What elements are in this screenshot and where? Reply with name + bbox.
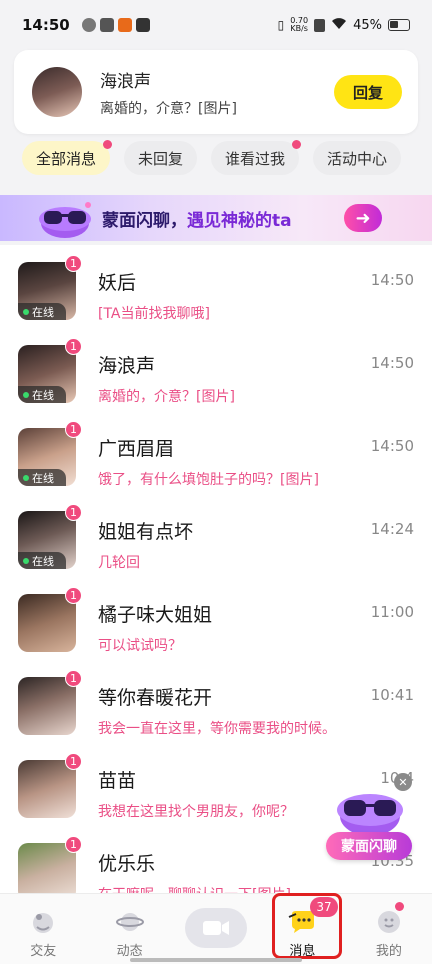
- sim-icon: [314, 18, 326, 32]
- message-preview: 我会一直在这里，等你需要我的时候。: [98, 721, 336, 737]
- tab-label: 全部消息: [36, 149, 97, 168]
- online-badge: 在线: [18, 552, 66, 569]
- conversation-row[interactable]: 在线 1 海浪声 离婚的，介意？[图片] 14:50: [0, 328, 432, 411]
- profile-notification-dot: [395, 902, 404, 911]
- unread-count-badge: 1: [65, 836, 82, 853]
- nav-moments[interactable]: 动态: [86, 894, 172, 964]
- avatar: [18, 677, 76, 735]
- masked-chat-label: 蒙面闪聊: [326, 832, 412, 860]
- unread-count-badge: 1: [65, 338, 82, 355]
- online-badge: 在线: [18, 303, 66, 320]
- unread-count-badge: 1: [65, 255, 82, 272]
- tab-label: 谁看过我: [225, 149, 286, 168]
- video-camera-icon: [203, 921, 230, 935]
- sender-name: 海浪声: [100, 71, 151, 92]
- video-call-button[interactable]: [185, 908, 248, 948]
- contact-name: 妖后: [98, 272, 137, 294]
- contact-name: 姐姐有点坏: [98, 521, 194, 543]
- nav-video[interactable]: [173, 894, 259, 964]
- status-bar: 14:50 ▯ 0.70 KB/s 45%: [0, 0, 432, 50]
- avatar: [30, 65, 84, 119]
- unread-count-badge: 1: [65, 753, 82, 770]
- tab-label: 活动中心: [327, 149, 388, 168]
- banner-title-main: 蒙面闪聊，: [102, 210, 187, 231]
- arrow-right-icon[interactable]: ➜: [344, 204, 382, 232]
- online-badge: 在线: [18, 469, 66, 486]
- online-badge: 在线: [18, 386, 66, 403]
- message-preview: 可以试试吗？: [98, 638, 182, 654]
- avatar: [18, 594, 76, 652]
- conversation-row[interactable]: 在线 1 姐姐有点坏 几轮回 14:24: [0, 494, 432, 577]
- banner-title: 蒙面闪聊，遇见神秘的ta: [102, 206, 292, 231]
- avatar: [18, 760, 76, 818]
- message-preview: 几轮回: [98, 555, 140, 571]
- unread-dot: [103, 140, 113, 149]
- banner-title-highlight: 遇见神秘的ta: [187, 210, 292, 231]
- unread-count-badge: 1: [65, 587, 82, 604]
- contact-name: 等你春暖花开: [98, 687, 213, 709]
- close-icon[interactable]: ✕: [394, 773, 412, 791]
- tab-all-messages[interactable]: 全部消息: [22, 140, 113, 175]
- reply-button[interactable]: 回复: [334, 75, 402, 109]
- message-time: 14:24: [370, 520, 414, 538]
- battery-percent: 45%: [353, 17, 382, 33]
- nav-label: 交友: [30, 944, 57, 959]
- conversation-row[interactable]: 1 橘子味大姐姐 可以试试吗？ 11:00: [0, 577, 432, 660]
- clock: 14:50: [22, 16, 70, 34]
- nav-label: 动态: [116, 944, 143, 959]
- wifi-icon: [331, 17, 347, 34]
- message-time: 14:50: [370, 354, 414, 372]
- nav-friends[interactable]: 交友: [0, 894, 86, 964]
- friends-icon: [33, 913, 54, 933]
- bottom-navigation: 交友 动态 消息 我的: [0, 893, 432, 964]
- play-icon: [135, 18, 150, 32]
- message-preview: 离婚的，介意？[图片]: [98, 389, 235, 405]
- profile-icon: [377, 911, 400, 933]
- conversation-row[interactable]: 在线 1 妖后 [TA当前找我聊哦] 14:50: [0, 245, 432, 328]
- message-preview: 离婚的，介意？[图片]: [100, 100, 237, 117]
- planet-icon: [115, 913, 144, 931]
- app-notification-icon: [81, 18, 96, 32]
- tab-label: 未回复: [138, 149, 184, 168]
- incoming-message-card[interactable]: 海浪声 离婚的，介意？[图片] 回复: [14, 50, 418, 134]
- contact-name: 广西眉眉: [98, 438, 175, 460]
- contact-name: 橘子味大姐姐: [98, 604, 213, 626]
- unread-count-badge: 1: [65, 421, 82, 438]
- tab-who-viewed-me[interactable]: 谁看过我: [211, 140, 302, 175]
- tab-activity-center[interactable]: 活动中心: [313, 141, 402, 175]
- mail-icon: [99, 18, 114, 32]
- message-preview: [TA当前找我聊哦]: [98, 306, 210, 322]
- shop-icon: [117, 18, 132, 32]
- nav-profile[interactable]: 我的: [346, 894, 432, 964]
- message-time: 14:50: [370, 271, 414, 289]
- masked-chat-banner[interactable]: 蒙面闪聊，遇见神秘的ta ➜: [0, 195, 432, 241]
- net-speed-unit: KB/s: [290, 24, 308, 33]
- message-preview: 饿了，有什么填饱肚子的吗？[图片]: [98, 472, 319, 488]
- unread-count-badge: 1: [65, 504, 82, 521]
- home-indicator[interactable]: [130, 958, 302, 962]
- messages-tab-highlight: [272, 893, 342, 959]
- contact-name: 海浪声: [98, 355, 156, 377]
- tab-unreplied[interactable]: 未回复: [124, 141, 198, 175]
- unread-count-badge: 1: [65, 670, 82, 687]
- unread-dot: [292, 140, 302, 149]
- sunglasses-mascot-icon: [34, 197, 96, 239]
- message-time: 14:50: [370, 437, 414, 455]
- message-filter-tabs: 全部消息 未回复 谁看过我 活动中心: [0, 138, 432, 178]
- nav-label: 我的: [375, 944, 402, 959]
- message-time: 11:00: [370, 603, 414, 621]
- vibrate-icon: ▯: [277, 18, 285, 32]
- masked-chat-floating-button[interactable]: ✕ 蒙面闪聊: [326, 770, 416, 860]
- conversation-row[interactable]: 1 等你春暖花开 我会一直在这里，等你需要我的时候。 10:41: [0, 660, 432, 743]
- battery-icon: [388, 19, 410, 31]
- conversation-row[interactable]: 在线 1 广西眉眉 饿了，有什么填饱肚子的吗？[图片] 14:50: [0, 411, 432, 494]
- network-speed: 0.70 KB/s: [290, 17, 308, 33]
- message-time: 10:41: [370, 686, 414, 704]
